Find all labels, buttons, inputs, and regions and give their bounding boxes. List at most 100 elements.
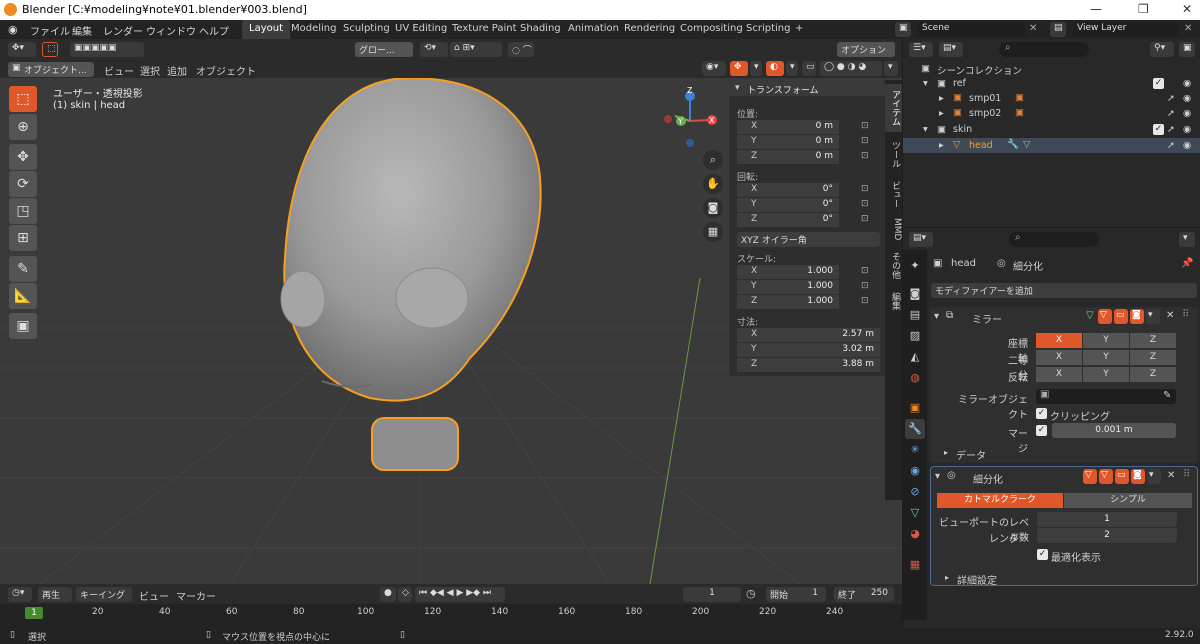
- panel-collapse-icon[interactable]: ▾: [735, 83, 740, 93]
- start-frame-field[interactable]: 開始 1: [766, 587, 826, 602]
- location-y-field[interactable]: Y0 m: [737, 135, 839, 149]
- camera-icon[interactable]: ◙: [703, 198, 723, 218]
- render-tab-icon[interactable]: ◙: [905, 284, 925, 304]
- exclude-checkbox[interactable]: ✓: [1153, 78, 1164, 89]
- view-layer-close-icon[interactable]: ✕: [1184, 23, 1192, 34]
- lock-icon[interactable]: ⊡: [861, 121, 869, 131]
- sidebar-tab-mmd[interactable]: MMD: [885, 214, 902, 244]
- measure-tool-icon[interactable]: 📐: [9, 283, 37, 309]
- lock-icon[interactable]: ⊡: [861, 199, 869, 209]
- playhead[interactable]: 1: [25, 607, 43, 619]
- transform-orientation-dropdown[interactable]: グロー...: [355, 42, 413, 57]
- gizmo-dropdown-icon[interactable]: ▾: [750, 61, 762, 76]
- outliner-search-input[interactable]: ⌕: [999, 42, 1089, 57]
- render-toggle-icon[interactable]: ◙: [1131, 469, 1145, 484]
- select-arrow-icon[interactable]: ➚: [1167, 124, 1175, 135]
- select-tool-icon[interactable]: ⬚: [9, 86, 37, 112]
- add-cube-tool-icon[interactable]: ▣: [9, 313, 37, 339]
- location-x-field[interactable]: X0 m: [737, 120, 839, 134]
- modifier-menu-icon[interactable]: ▾: [1147, 469, 1161, 484]
- filter-icon[interactable]: ⚲▾: [1150, 42, 1174, 57]
- view-layer-tab-icon[interactable]: ▨: [905, 326, 925, 346]
- texture-tab-icon[interactable]: ▦: [905, 555, 925, 575]
- scene-icon[interactable]: ▣: [895, 22, 911, 37]
- merge-checkbox[interactable]: ✓: [1036, 425, 1047, 436]
- timeline-menu-marker[interactable]: マーカー: [176, 588, 216, 603]
- lock-icon[interactable]: ⊡: [861, 281, 869, 291]
- properties-options-icon[interactable]: ▾: [1179, 232, 1195, 247]
- add-modifier-dropdown[interactable]: モディファイアーを追加: [931, 283, 1197, 298]
- select-box-tool-icon[interactable]: ⬚: [42, 42, 58, 57]
- axis-y-toggle[interactable]: Y: [1083, 333, 1129, 348]
- simple-toggle[interactable]: シンプル: [1064, 493, 1192, 508]
- collapse-icon[interactable]: ▾: [935, 471, 940, 482]
- outliner-row-smp01[interactable]: ▸ ▣ smp01 ▣ ➚ ◉: [903, 91, 1200, 106]
- keyframe-icon[interactable]: ◇: [398, 587, 412, 602]
- remove-modifier-icon[interactable]: ✕: [1167, 470, 1175, 481]
- chevron-down-icon[interactable]: ▾: [923, 124, 928, 135]
- viewport-levels-field[interactable]: 1: [1037, 512, 1177, 527]
- dimensions-z-field[interactable]: Z 3.88 m: [737, 358, 880, 372]
- editmode-toggle-icon[interactable]: ▽: [1099, 469, 1113, 484]
- mirror-modifier-name[interactable]: ミラー: [972, 311, 1002, 326]
- snap-icon[interactable]: ⌂ ⊞▾: [450, 42, 502, 57]
- playback-controls[interactable]: ⏮ ◆◀ ◀ ▶ ▶◆ ⏭: [415, 587, 505, 602]
- outliner-row-head[interactable]: ▸ ▽ head 🔧 ▽ ➚ ◉: [903, 138, 1200, 153]
- perspective-grid-icon[interactable]: ▦: [703, 222, 723, 242]
- pivot-point-icon[interactable]: ⟲▾: [420, 42, 448, 57]
- drag-handle-icon[interactable]: ⠿: [1182, 309, 1189, 320]
- physics-tab-icon[interactable]: ◉: [905, 461, 925, 481]
- rotation-y-field[interactable]: Y 0°: [737, 198, 839, 212]
- chevron-right-icon[interactable]: ▸: [939, 140, 944, 151]
- record-icon[interactable]: ●: [380, 587, 396, 602]
- dimensions-x-field[interactable]: X 2.57 m: [737, 328, 880, 342]
- cursor-tool-icon[interactable]: ⊕: [9, 114, 37, 140]
- flip-x-toggle[interactable]: X: [1036, 367, 1082, 382]
- location-z-field[interactable]: Z0 m: [737, 150, 839, 164]
- rotation-z-field[interactable]: Z 0°: [737, 213, 839, 227]
- bisect-y-toggle[interactable]: Y: [1083, 350, 1129, 365]
- select-arrow-icon[interactable]: ➚: [1167, 93, 1175, 104]
- timeline-editor-icon[interactable]: ◷▾: [8, 587, 32, 602]
- current-frame-field[interactable]: 1: [683, 587, 741, 602]
- view-layer-icon[interactable]: ▤: [1050, 22, 1066, 37]
- scale-x-field[interactable]: X 1.000: [737, 265, 839, 279]
- clock-icon[interactable]: ◷: [746, 587, 756, 600]
- overlay-toggle-icon[interactable]: ◐: [766, 61, 784, 76]
- keying-dropdown[interactable]: キーイング: [76, 587, 132, 602]
- object-tab-icon[interactable]: ▣: [905, 398, 925, 418]
- flip-y-toggle[interactable]: Y: [1083, 367, 1129, 382]
- pan-hand-icon[interactable]: ✋: [703, 174, 723, 194]
- edit-mode-toggle-icon[interactable]: ▽: [1086, 310, 1094, 321]
- outliner-editor-icon[interactable]: ☰▾: [909, 42, 933, 57]
- viewport-toggle-icon[interactable]: ▭: [1115, 469, 1129, 484]
- annotate-tool-icon[interactable]: ✎: [9, 256, 37, 282]
- rotation-x-field[interactable]: X 0°: [737, 183, 839, 197]
- scale-z-field[interactable]: Z 1.000: [737, 295, 839, 309]
- outliner-row-ref[interactable]: ▾ ▣ ref ✓ ◉: [903, 76, 1200, 91]
- eye-icon[interactable]: ◉: [1183, 140, 1191, 151]
- menu-help[interactable]: ヘルプ: [199, 23, 229, 38]
- menu-edit[interactable]: 編集: [72, 23, 92, 38]
- eye-icon[interactable]: ◉: [1183, 124, 1191, 135]
- view-layer-selector[interactable]: View Layer: [1073, 22, 1179, 37]
- on-cage-toggle-icon[interactable]: ▽: [1083, 469, 1097, 484]
- sidebar-tab-edit[interactable]: 編集: [885, 286, 902, 316]
- render-toggle-icon[interactable]: ◙: [1130, 309, 1144, 324]
- transform-tool-icon[interactable]: ⊞: [9, 225, 37, 251]
- sidebar-tab-item[interactable]: アイテム: [885, 84, 902, 132]
- overlay-dropdown-icon[interactable]: ▾: [786, 61, 798, 76]
- pin-icon[interactable]: 📌: [1181, 258, 1193, 269]
- gizmo-toggle-icon[interactable]: ✥: [730, 61, 748, 76]
- sidebar-tab-tool[interactable]: ツール: [885, 134, 902, 174]
- close-button[interactable]: ✕: [1182, 2, 1192, 16]
- render-levels-field[interactable]: 2: [1037, 528, 1177, 543]
- timeline-menu-view[interactable]: ビュー: [139, 588, 169, 603]
- zoom-icon[interactable]: ⌕: [703, 150, 723, 170]
- eye-icon[interactable]: ◉: [1183, 108, 1191, 119]
- select-arrow-icon[interactable]: ➚: [1167, 140, 1175, 151]
- mirror-object-field[interactable]: ▣: [1036, 389, 1176, 404]
- cage-toggle-icon[interactable]: ▽: [1098, 309, 1112, 324]
- chevron-right-icon[interactable]: ▸: [939, 93, 944, 104]
- display-mode-icon[interactable]: ▤▾: [939, 42, 963, 57]
